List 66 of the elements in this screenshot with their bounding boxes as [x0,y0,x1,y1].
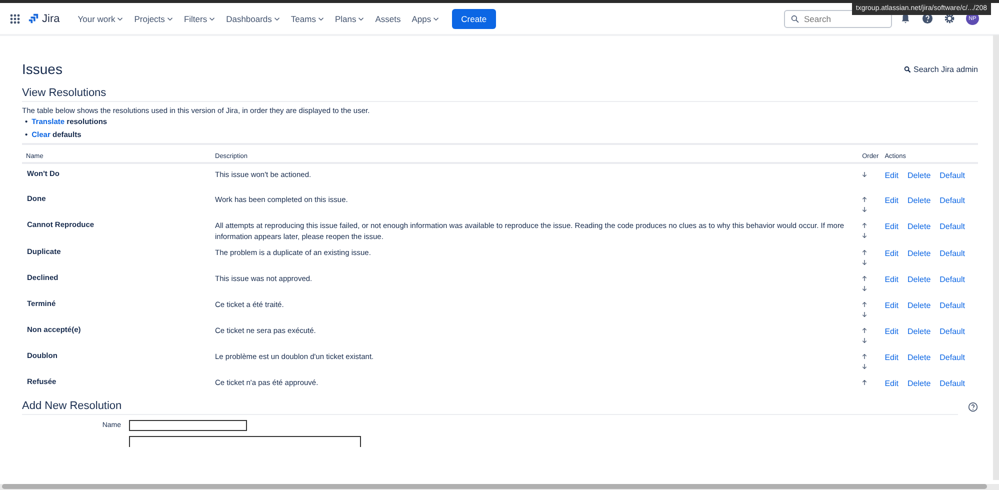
move-up-icon[interactable] [862,353,868,360]
nav-menu-item[interactable]: Plans [330,14,368,24]
action-link[interactable]: Default [940,353,965,362]
move-up-icon[interactable] [862,379,868,386]
move-up-icon[interactable] [862,222,868,229]
action-link[interactable]: Edit [884,222,899,231]
help-icon[interactable] [968,402,978,412]
nav-menu-item[interactable]: Dashboards [222,14,284,24]
move-down-icon[interactable] [862,259,868,266]
move-down-icon[interactable] [862,337,868,344]
action-link[interactable]: Delete [908,327,931,336]
section-heading: Add New Resolution [22,400,958,415]
action-link[interactable]: Default [940,249,965,258]
move-down-icon[interactable] [862,311,868,318]
action-link[interactable]: Delete [908,275,931,284]
settings-icon[interactable] [944,13,955,24]
move-down-icon[interactable] [862,232,868,239]
action-link[interactable]: Default [940,327,965,336]
nav-menu-item[interactable]: Filters [180,14,220,24]
logo-icon [28,13,39,24]
move-down-icon[interactable] [862,285,868,292]
action-link[interactable]: Edit [884,249,899,258]
move-up-icon[interactable] [862,196,868,203]
action-link[interactable]: Default [940,301,965,310]
action-link[interactable]: Edit [884,301,899,310]
logo-text[interactable]: Jira [42,12,60,24]
search-icon [791,14,799,22]
move-down-icon[interactable] [862,363,868,370]
notifications-icon[interactable] [900,13,911,24]
admin-search-link[interactable]: Search Jira admin [904,64,978,74]
action-link[interactable]: Default [940,222,965,231]
input-field[interactable] [129,420,247,431]
move-down-icon[interactable] [862,171,868,178]
move-down-icon[interactable] [862,206,868,213]
action-link[interactable]: Delete [908,353,931,362]
action-link[interactable]: Edit [884,171,899,180]
action-link[interactable]: Edit [884,327,899,336]
action-link[interactable]: Delete [908,222,931,231]
page-title: Issues [22,61,62,77]
action-link[interactable]: Delete [908,301,931,310]
nav-menu-item[interactable]: Assets [371,14,405,24]
action-link[interactable]: Delete [908,196,931,205]
search-icon [904,66,911,72]
action-link[interactable]: Delete [908,379,931,388]
move-up-icon[interactable] [862,275,868,282]
nav-menu-item[interactable]: Projects [130,14,177,24]
action-link[interactable]: Default [940,275,965,284]
action-link[interactable]: Edit [884,196,899,205]
move-up-icon[interactable] [862,249,868,256]
section-heading: View Resolutions [22,87,978,102]
action-link[interactable]: Default [940,196,965,205]
nav-menu-item[interactable]: Apps [408,14,444,24]
input-field[interactable] [129,436,361,447]
app-switcher-icon[interactable] [10,14,20,24]
nav-menu-item[interactable]: Teams [286,14,328,24]
action-link[interactable]: Default [940,171,965,180]
nav-menu-item[interactable]: Your work [74,14,128,24]
action-link[interactable]: Delete [908,171,931,180]
action-link[interactable]: Delete [908,249,931,258]
create-button[interactable]: Create [452,8,496,28]
action-link[interactable]: Edit [884,275,899,284]
action-link[interactable]: Edit [884,353,899,362]
action-link[interactable]: Edit [884,379,899,388]
move-up-icon[interactable] [862,327,868,334]
move-up-icon[interactable] [862,301,868,308]
action-link[interactable]: Default [940,379,965,388]
